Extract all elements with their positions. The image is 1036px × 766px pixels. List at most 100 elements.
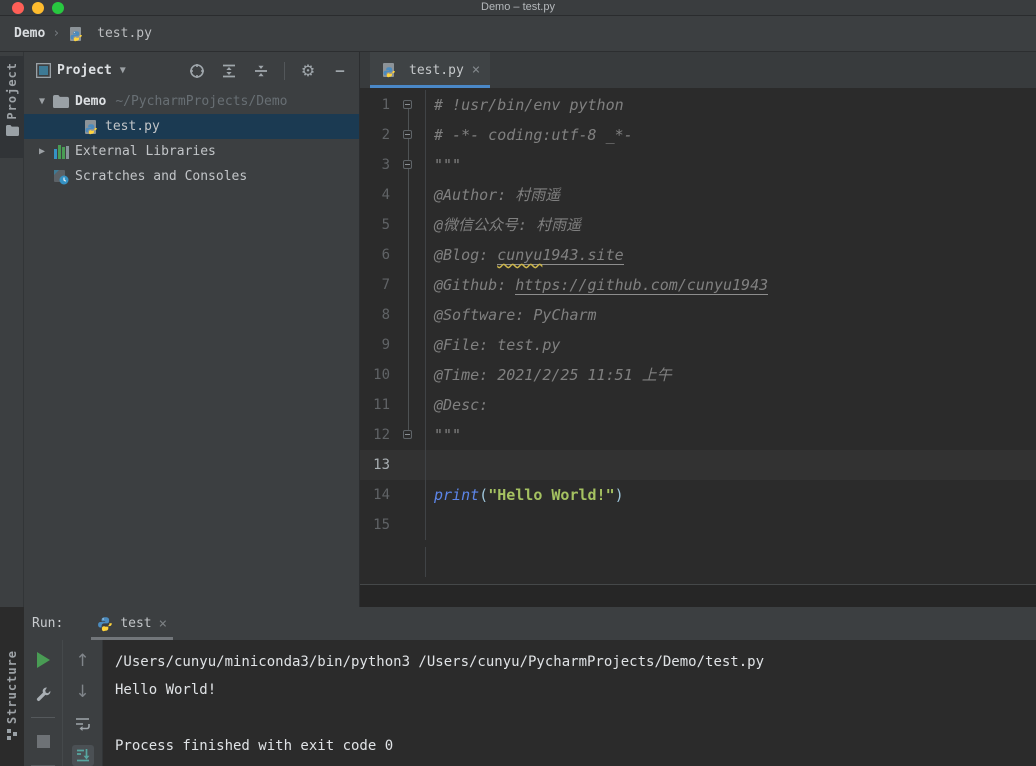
run-tool-window: Run: test × ↑ ↓ /Users/cunyu/miniconda3/… [24,607,1036,766]
line-number[interactable]: 10 [360,360,390,390]
line-number[interactable]: 14 [360,480,390,510]
locate-file-icon[interactable] [188,62,206,80]
line-number[interactable]: 9 [360,330,390,360]
settings-gear-icon[interactable]: ⚙ [299,61,317,80]
tree-item-label: Scratches and Consoles [75,169,248,184]
token-comment[interactable]: 1943.site [542,246,624,265]
tree-row-scratches-and-consoles[interactable]: Scratches and Consoles [24,164,359,189]
line-number[interactable]: 1 [360,90,390,120]
line-number[interactable]: 6 [360,240,390,270]
line-number[interactable]: 15 [360,510,390,540]
code-line-6[interactable]: 6 @Blog: cunyu1943.site [360,240,1036,270]
rerun-icon[interactable] [32,650,54,671]
token-comment: @Desc: [434,396,498,414]
project-tool-window: Project ▼ ⚙ — ▼ Demo ~/PycharmProjects/D… [24,52,360,607]
token-comment[interactable]: cunyu [497,246,543,265]
code-line-5[interactable]: 5 @微信公众号: 村雨遥 [360,210,1036,240]
python-file-icon [67,26,85,42]
line-number[interactable]: 7 [360,270,390,300]
token-comment[interactable]: https://github.com/cunyu1943 [515,276,769,295]
collapse-all-icon[interactable] [252,62,270,80]
code-line-1[interactable]: 1 # !usr/bin/env python [360,90,1036,120]
line-number[interactable]: 4 [360,180,390,210]
line-number[interactable]: 5 [360,210,390,240]
editor-tab-bar: test.py × [360,52,1036,88]
fold-marker-icon[interactable] [403,130,412,139]
editor-tail [360,540,1036,584]
code-line-15[interactable]: 15 [360,510,1036,540]
close-run-tab-icon[interactable]: × [159,616,167,632]
console-toolbar: ↑ ↓ [62,640,102,766]
tool-window-button-structure[interactable]: Structure [0,644,24,756]
folder-icon [52,94,70,110]
window-title: Demo – test.py [481,1,555,13]
code-line-3[interactable]: 3 """ [360,150,1036,180]
gutter-fold-column [390,360,426,390]
hide-panel-icon[interactable]: — [331,62,349,80]
expand-all-icon[interactable] [220,62,238,80]
code-line-14[interactable]: 14 print("Hello World!") [360,480,1036,510]
code-line-10[interactable]: 10 @Time: 2021/2/25 11:51 上午 [360,360,1036,390]
titlebar: Demo – test.py [0,0,1036,16]
gutter-fold-column [390,210,426,240]
zoom-window-button[interactable] [52,2,64,14]
arrow-down-icon[interactable]: ↓ [72,682,94,704]
fold-marker-icon[interactable] [403,100,412,109]
line-number[interactable]: 8 [360,300,390,330]
run-tab-test[interactable]: test × [91,607,174,640]
gutter-fold-column [390,480,426,510]
code-line-7[interactable]: 7 @Github: https://github.com/cunyu1943 [360,270,1036,300]
console-line: /Users/cunyu/miniconda3/bin/python3 /Use… [115,654,765,670]
line-number[interactable]: 13 [360,450,390,480]
gutter-fold-column [390,390,426,420]
close-tab-icon[interactable]: × [472,62,480,78]
code-line-12[interactable]: 12 """ [360,420,1036,450]
run-panel-header: Run: test × [24,607,1036,640]
line-number[interactable]: 11 [360,390,390,420]
close-window-button[interactable] [12,2,24,14]
chevron-down-icon[interactable]: ▼ [32,96,52,107]
tool-window-button-project[interactable]: Project [0,56,24,158]
stop-icon[interactable] [32,731,54,752]
code-text: @Github: https://github.com/cunyu1943 [426,270,769,300]
chevron-right-icon[interactable]: ▶ [32,146,52,157]
line-number[interactable]: 12 [360,420,390,450]
token-comment: @Time: 2021/2/25 11:51 上午 [434,366,672,384]
fold-marker-icon[interactable] [403,430,412,439]
code-line-4[interactable]: 4 @Author: 村雨遥 [360,180,1036,210]
editor-bottom-space [360,585,1036,607]
token-comment: @Author: 村雨遥 [434,186,561,204]
editor-tab-testpy[interactable]: test.py × [370,52,491,88]
line-number[interactable]: 3 [360,150,390,180]
code-line-11[interactable]: 11 @Desc: [360,390,1036,420]
code-line-8[interactable]: 8 @Software: PyCharm [360,300,1036,330]
breadcrumb-file[interactable]: test.py [97,26,152,41]
code-editor[interactable]: 1 # !usr/bin/env python 2 # -*- coding:utf-… [360,88,1036,607]
code-line-9[interactable]: 9 @File: test.py [360,330,1036,360]
tree-row-demo[interactable]: ▼ Demo ~/PycharmProjects/Demo [24,89,359,114]
left-tool-stripe: Project Structure [0,52,24,741]
token-keyword: print [434,486,480,504]
fold-marker-icon[interactable] [403,160,412,169]
tree-row-test-py[interactable]: test.py [24,114,359,139]
code-line-13[interactable]: 13 [360,450,1036,480]
run-console-output[interactable]: /Users/cunyu/miniconda3/bin/python3 /Use… [102,640,1036,766]
tree-row-external-libraries[interactable]: ▶ External Libraries [24,139,359,164]
project-tree: ▼ Demo ~/PycharmProjects/Demo test.py ▶ Exter… [24,89,359,607]
settings-wrench-icon[interactable] [32,684,54,705]
tree-item-path: ~/PycharmProjects/Demo [115,94,288,109]
soft-wrap-icon[interactable] [72,713,94,735]
scroll-to-end-icon[interactable] [71,744,94,766]
run-panel-title: Run: [32,616,64,631]
arrow-up-icon[interactable]: ↑ [72,650,94,672]
project-panel-title[interactable]: Project [57,63,112,78]
chevron-down-icon[interactable]: ▼ [120,65,126,76]
line-number[interactable]: 2 [360,120,390,150]
code-text: """ [426,420,461,450]
gutter-fold-column [390,120,426,150]
code-line-2[interactable]: 2 # -*- coding:utf-8 _*- [360,120,1036,150]
token-comment: """ [434,156,462,174]
breadcrumb-project[interactable]: Demo [14,26,45,41]
minimize-window-button[interactable] [32,2,44,14]
